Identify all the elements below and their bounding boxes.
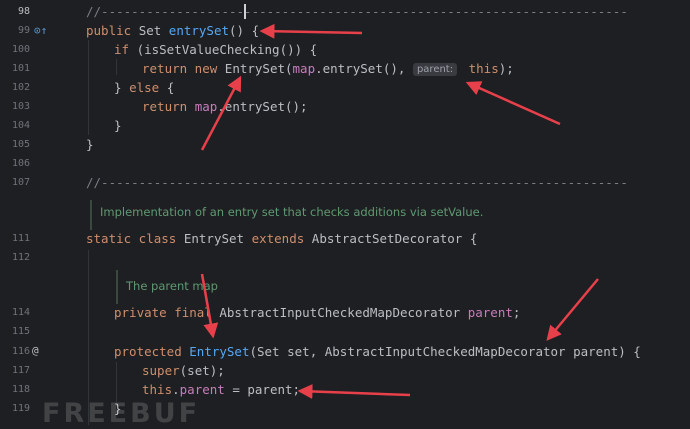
code-line-114[interactable]: private final AbstractInputCheckedMapDec… — [114, 305, 520, 321]
line-number: 98 — [17, 6, 30, 17]
text-caret — [244, 4, 246, 19]
token: .entrySet(); — [217, 99, 308, 114]
line-number: 105 — [11, 139, 30, 150]
line-number-gutter: 98 99 ⊙↑ 100 101 102 103 104 105 106 107… — [0, 0, 62, 429]
code-line-116[interactable]: protected EntrySet(Set set, AbstractInpu… — [114, 344, 641, 360]
token: () { — [229, 23, 260, 38]
line-number: 106 — [11, 158, 30, 169]
line-number: 115 — [11, 326, 30, 337]
token: return — [142, 99, 195, 114]
override-method-icon[interactable]: ⊙↑ — [34, 25, 47, 37]
token: AbstractSetDecorator { — [311, 231, 478, 246]
token: (set); — [179, 363, 225, 378]
code-line-111[interactable]: static class EntrySet extends AbstractSe… — [86, 231, 477, 247]
token: { — [166, 80, 175, 95]
token: .entrySet(), — [315, 61, 413, 76]
token: protected — [114, 344, 190, 359]
code-line-107[interactable]: //--------------------------------------… — [86, 175, 628, 191]
code-line-102[interactable]: } else { — [114, 80, 174, 96]
token: this — [142, 382, 173, 397]
line-number: 100 — [11, 44, 30, 55]
doc-comment: The parent map — [116, 270, 218, 304]
line-number: 118 — [11, 384, 30, 395]
token: if — [114, 42, 137, 57]
token: (isSetValueChecking()) { — [136, 42, 318, 57]
code-line-104[interactable]: } — [114, 118, 122, 134]
token: EntrySet( — [224, 61, 293, 76]
line-number: 104 — [11, 120, 30, 131]
token: map — [292, 61, 316, 76]
token: EntrySet — [189, 344, 250, 359]
token: return new — [142, 61, 225, 76]
token: . — [172, 382, 180, 397]
token: EntrySet — [183, 231, 252, 246]
token: extends — [251, 231, 312, 246]
line-number: 112 — [11, 252, 30, 263]
doc-comment: Implementation of an entry set that chec… — [90, 200, 483, 230]
token: parent — [179, 382, 225, 397]
token: private final — [114, 305, 220, 320]
code-line-118[interactable]: this.parent = parent; — [142, 382, 300, 398]
line-number: 99 — [17, 25, 30, 36]
token: else — [129, 80, 167, 95]
indent-guide — [116, 362, 117, 402]
line-number: 107 — [11, 177, 30, 188]
token: } — [114, 80, 130, 95]
token: this — [461, 61, 499, 76]
code-line-98[interactable]: //--------------------------------------… — [86, 4, 628, 20]
token: Set — [138, 23, 169, 38]
line-number: 117 — [11, 365, 30, 376]
line-number: 101 — [11, 63, 30, 74]
line-number: 102 — [11, 82, 30, 93]
line-number: 119 — [11, 403, 30, 414]
line-number: 114 — [11, 307, 30, 318]
line-number: 103 — [11, 101, 30, 112]
token: ; — [512, 305, 521, 320]
line-number: 111 — [11, 233, 30, 244]
code-line-101[interactable]: return new EntrySet(map.entrySet(), pare… — [142, 61, 514, 77]
token: entrySet — [168, 23, 230, 38]
line-number: 116 — [11, 346, 30, 357]
implements-method-icon[interactable]: @ — [32, 345, 39, 357]
code-line-117[interactable]: super(set); — [142, 363, 225, 379]
token: = parent; — [224, 382, 301, 397]
code-line-103[interactable]: return map.entrySet(); — [142, 99, 308, 115]
indent-guide — [88, 40, 89, 135]
code-line-105[interactable]: } — [86, 137, 94, 153]
watermark: FREEBUF — [42, 398, 201, 429]
parameter-hint: parent: — [412, 63, 458, 76]
token: AbstractInputCheckedMapDecorator — [219, 305, 468, 320]
token: super — [142, 363, 180, 378]
code-line-99[interactable]: public Set entrySet() { — [86, 23, 259, 39]
token: map — [194, 99, 218, 114]
code-line-100[interactable]: if (isSetValueChecking()) { — [114, 42, 317, 58]
token: ); — [498, 61, 514, 76]
indent-guide — [116, 59, 117, 75]
token: parent — [467, 305, 513, 320]
token: public — [86, 23, 139, 38]
token: static class — [86, 231, 184, 246]
token: (Set set, AbstractInputCheckedMapDecorat… — [249, 344, 641, 359]
